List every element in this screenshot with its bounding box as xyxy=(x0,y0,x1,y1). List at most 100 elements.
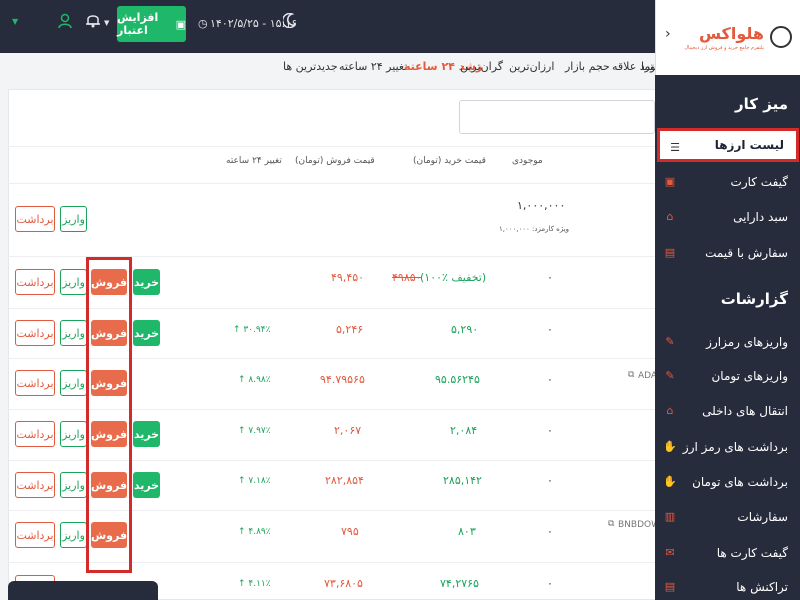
tab-most-expensive[interactable]: گران‌ترین xyxy=(460,60,503,73)
sidebar-item-internal-transfers[interactable]: ⌂ انتقال های داخلی xyxy=(655,394,800,428)
buy-price: ۸۰۳ xyxy=(458,525,476,538)
divider xyxy=(8,146,655,147)
external-link-icon[interactable]: ⧉ xyxy=(628,370,634,380)
tab-cheapest[interactable]: ارزان‌ترین xyxy=(509,60,554,73)
sidebar-item-orders[interactable]: ▥ سفارشات xyxy=(655,500,800,534)
sidebar-item-gift-cards[interactable]: ✉ گیفت کارت ها xyxy=(655,536,800,570)
bell-icon[interactable] xyxy=(86,12,100,31)
search-input[interactable] xyxy=(459,100,655,134)
giftcard-icon: ▣ xyxy=(664,174,676,188)
brand-tagline: پلتفرم جامع خرید و فروش ارز دیجیتال xyxy=(684,45,764,51)
buy-price: ۷۴,۲۷۶۵ xyxy=(440,577,479,590)
header-change-24h: تغییر ۲۴ ساعته xyxy=(226,156,282,166)
crypto-deposit-icon: ✎ xyxy=(665,334,675,348)
withdraw-button[interactable]: برداشت xyxy=(15,206,55,232)
sort-tabs: جدیدترین ها تغییر ۲۴ ساعته رشد ۲۴ ساعته … xyxy=(0,53,662,80)
tab-change-24h[interactable]: تغییر ۲۴ ساعته xyxy=(339,60,407,73)
tab-all[interactable]: تما xyxy=(641,60,654,73)
change-24h: ↑ ۳۰.۹۴٪ xyxy=(233,325,271,335)
deposit-button[interactable]: واریز xyxy=(60,472,87,498)
sidebar-item-label: سفارشات xyxy=(737,510,788,524)
withdraw-button[interactable]: برداشت xyxy=(15,421,55,447)
withdraw-button[interactable]: برداشت xyxy=(15,269,55,295)
sell-price: ۲۸۲,۸۵۴ xyxy=(325,474,364,487)
fee-note: ویژه کارمزد: ۱,۰۰۰,۰۰۰ xyxy=(499,225,570,233)
sell-column-highlight xyxy=(86,257,132,573)
sidebar-item-label: برداشت های تومان xyxy=(692,475,788,489)
sidebar-item-label: لیست ارزها xyxy=(714,138,784,152)
buy-button[interactable]: خرید xyxy=(133,269,160,295)
chevron-down-icon[interactable]: ▼ xyxy=(12,17,18,26)
deposit-button[interactable]: واریز xyxy=(60,421,87,447)
sidebar-item-label: واریزهای رمزارز xyxy=(706,335,788,349)
sidebar-item-label: سبد دارایی xyxy=(733,210,788,224)
sidebar-item-coin-list[interactable]: ☰ لیست ارزها xyxy=(657,128,799,162)
sidebar: › هلواکس پلتفرم جامع خرید و فروش ارز دیج… xyxy=(655,0,800,600)
external-link-icon[interactable]: ⧉ xyxy=(608,519,614,529)
clock-icon: ◷ xyxy=(198,17,208,30)
chat-widget[interactable] xyxy=(8,581,158,600)
change-24h: ↑ ۴.۸۹٪ xyxy=(238,527,271,537)
sidebar-item-toman-deposits[interactable]: ✎ واریزهای تومان xyxy=(655,359,800,393)
moon-icon[interactable] xyxy=(281,12,298,31)
change-24h: ↑ ۴.۱۱٪ xyxy=(238,579,271,589)
tab-newest[interactable]: جدیدترین ها xyxy=(283,60,338,73)
logo-icon xyxy=(770,26,792,48)
sidebar-item-transactions[interactable]: ▤ تراکنش ها xyxy=(655,570,800,600)
sell-price: ۲,۰۶۷ xyxy=(334,424,362,437)
deposit-button[interactable]: واریز xyxy=(60,522,87,548)
divider xyxy=(8,183,655,184)
change-24h: ↑ ۷.۹۷٪ xyxy=(238,426,271,436)
basket-icon: ⌂ xyxy=(666,209,674,223)
buy-button[interactable]: خرید xyxy=(133,421,160,447)
toman-withdraw-icon: ✋ xyxy=(663,474,677,488)
deposit-button[interactable]: واریز xyxy=(60,269,87,295)
deposit-button[interactable]: واریز xyxy=(60,320,87,346)
orders-icon: ▥ xyxy=(664,509,676,523)
balance-value: ۰ xyxy=(547,577,553,590)
deposit-button[interactable]: واریز xyxy=(60,206,87,232)
top-bar: ▼ ▼ افزایش اعتبار ▣ ◷ ۱۴۰۲/۵/۲۵ - ۱۵:۱۶ xyxy=(0,0,655,53)
sell-price: ۷۹۵ xyxy=(341,525,359,538)
sidebar-item-label: گیفت کارت xyxy=(730,175,788,189)
withdraw-button[interactable]: برداشت xyxy=(15,320,55,346)
balance-value: ۰ xyxy=(547,323,553,336)
buy-button[interactable]: خرید xyxy=(133,472,160,498)
sidebar-item-portfolio[interactable]: ⌂ سبد دارایی xyxy=(655,200,800,234)
buy-discount: (۱۰۰٪ تخفیف) xyxy=(420,271,487,284)
sell-price: ۷۳,۶۸۰۵ xyxy=(324,577,363,590)
sidebar-item-crypto-withdrawals[interactable]: ✋ برداشت های رمز ارز xyxy=(655,430,800,464)
sidebar-item-label: برداشت های رمز ارز xyxy=(682,440,788,454)
section-reports: گزارشات xyxy=(720,290,788,308)
balance-value: ۰ xyxy=(547,525,553,538)
balance-value: ۰ xyxy=(547,373,553,386)
sidebar-item-limit-order[interactable]: ▤ سفارش با قیمت xyxy=(655,236,800,270)
buy-price: ۵,۲۹۰ xyxy=(451,323,479,336)
tab-market-volume[interactable]: حجم بازار xyxy=(565,60,610,73)
add-credit-label: افزایش اعتبار xyxy=(117,11,159,37)
balance-value: ۱,۰۰۰,۰۰۰ xyxy=(517,199,566,212)
sidebar-item-crypto-deposits[interactable]: ✎ واریزهای رمزارز xyxy=(655,325,800,359)
sidebar-item-gift-card[interactable]: ▣ گیفت کارت xyxy=(655,165,800,199)
toman-deposit-icon: ✎ xyxy=(665,368,675,382)
crypto-withdraw-icon: ✋ xyxy=(663,439,677,453)
collapse-sidebar-icon[interactable]: › xyxy=(665,26,671,42)
buy-button[interactable]: خرید xyxy=(133,320,160,346)
withdraw-button[interactable]: برداشت xyxy=(15,370,55,396)
add-credit-button[interactable]: افزایش اعتبار ▣ xyxy=(117,6,186,42)
section-dashboard: میز کار xyxy=(735,95,788,113)
bank-icon: ⌂ xyxy=(666,403,674,417)
withdraw-button[interactable]: برداشت xyxy=(15,472,55,498)
order-icon: ▤ xyxy=(664,245,676,259)
sidebar-item-toman-withdrawals[interactable]: ✋ برداشت های تومان xyxy=(655,465,800,499)
balance-value: ۰ xyxy=(547,474,553,487)
change-24h: ↑ ۸.۹۸٪ xyxy=(238,375,271,385)
user-icon[interactable] xyxy=(58,13,72,33)
wallet-icon: ▣ xyxy=(175,17,186,31)
header-sell-price: قیمت فروش (تومان) xyxy=(295,156,375,166)
brand-header: › هلواکس پلتفرم جامع خرید و فروش ارز دیج… xyxy=(655,0,800,75)
deposit-button[interactable]: واریز xyxy=(60,370,87,396)
bell-dropdown-icon[interactable]: ▼ xyxy=(104,19,109,27)
withdraw-button[interactable]: برداشت xyxy=(15,522,55,548)
balance-value: ۰ xyxy=(547,424,553,437)
